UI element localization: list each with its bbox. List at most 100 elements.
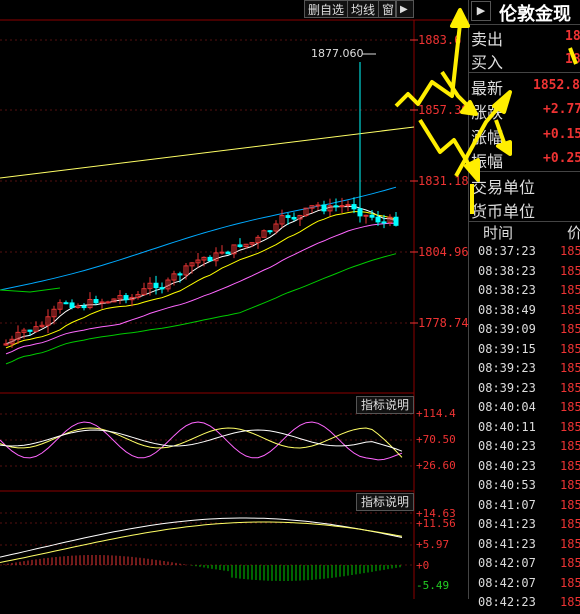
currency-label: 货币单位 <box>471 202 536 221</box>
candle-body <box>93 299 99 304</box>
kdj-j-line <box>0 421 403 461</box>
tick-time: 08:40:11 <box>478 419 536 434</box>
tick-price: 185 <box>560 341 580 356</box>
price-label-1: 1883.6 <box>418 33 462 47</box>
tick-row: 08:41:23 185 <box>469 537 580 556</box>
kdj-k-line <box>0 429 403 452</box>
tick-row: 08:38:23 185 <box>469 283 580 302</box>
candle-body <box>267 230 273 233</box>
pct-label: 涨幅 <box>471 128 504 147</box>
candle-body <box>123 295 129 301</box>
tick-row: 08:38:49 185 <box>469 303 580 322</box>
kdj-axis-3: +26.60 <box>416 459 456 472</box>
indicator-button[interactable]: 均线 <box>347 0 379 18</box>
change-value: +2.77 <box>543 102 580 117</box>
tick-row: 08:37:23 185 <box>469 244 580 263</box>
kdj-explain-button[interactable]: 指标说明 <box>356 396 415 414</box>
collapse-icon[interactable]: ▶ <box>471 1 491 21</box>
ticks-time-header: 时间 <box>483 224 514 242</box>
candle-body <box>105 301 111 304</box>
tick-time: 08:38:23 <box>478 263 536 278</box>
tick-row: 08:40:53 185 <box>469 478 580 497</box>
candle-body <box>159 287 165 290</box>
candle-body <box>357 208 363 217</box>
tick-price: 185 <box>560 263 580 278</box>
candle-body <box>381 221 387 224</box>
macd-axis-3: +5.97 <box>416 538 450 551</box>
tick-price: 185 <box>560 439 580 453</box>
candle-body <box>81 305 87 309</box>
ma20-line <box>5 222 397 355</box>
tick-price: 185 <box>560 458 580 473</box>
window-button[interactable]: 窗 <box>378 0 396 18</box>
kdj-axis-2: +70.50 <box>416 433 456 446</box>
tick-row: 08:38:23 185 <box>469 264 580 283</box>
candle-body <box>339 205 345 208</box>
candle-body <box>27 329 33 332</box>
instrument-title: 伦敦金现 <box>499 4 571 25</box>
tick-time: 08:38:49 <box>478 302 536 317</box>
tick-row: 08:40:04 185 <box>469 400 580 419</box>
tick-price: 185 <box>560 283 580 297</box>
tick-price: 185 <box>560 419 580 434</box>
tick-price: 185 <box>560 244 580 258</box>
pct-value: +0.15 <box>543 127 580 142</box>
tick-row: 08:40:11 185 <box>469 420 580 439</box>
candle-body <box>207 256 213 262</box>
trend-line <box>0 126 415 179</box>
ma60-line <box>5 253 397 365</box>
tick-time: 08:38:23 <box>478 283 536 297</box>
candle-body <box>321 204 327 212</box>
tick-price: 185 <box>560 517 580 531</box>
tick-row: 08:39:09 185 <box>469 322 580 341</box>
tick-time: 08:42:07 <box>478 556 536 570</box>
macd-dea-line <box>0 521 403 563</box>
candle-body <box>99 301 105 304</box>
tick-row: 08:40:23 185 <box>469 459 580 478</box>
candle-body <box>393 216 399 226</box>
tick-price: 185 <box>560 595 580 609</box>
tick-row: 08:39:23 185 <box>469 361 580 380</box>
tick-price: 185 <box>560 556 580 570</box>
tick-time: 08:41:07 <box>478 497 536 512</box>
candle-body <box>153 282 159 289</box>
candle-body <box>351 204 357 210</box>
arrow-right-icon[interactable]: ▶ <box>396 0 414 18</box>
unit-label: 交易单位 <box>471 178 536 197</box>
macd-explain-button[interactable]: 指标说明 <box>356 493 415 511</box>
tick-time: 08:41:23 <box>478 536 536 551</box>
candle-body <box>315 204 321 207</box>
tick-time: 08:40:23 <box>478 439 536 453</box>
remove-watch-button[interactable]: 删自选 <box>304 0 348 18</box>
tick-time: 08:40:04 <box>478 400 536 414</box>
quote-panel: ▶ 伦敦金现 卖出 18 买入 18 最新 1852.80 涨跌 +2.77 涨… <box>468 0 580 609</box>
last-value: 1852.80 <box>533 78 580 93</box>
tick-time: 08:39:23 <box>478 380 536 395</box>
tick-row: 08:41:23 185 <box>469 517 580 536</box>
chart-area[interactable]: 删自选 均线 窗 ▶ 1877.060 1883.6 1857.398 1831… <box>0 0 476 599</box>
tick-price: 185 <box>560 400 580 414</box>
candle-body <box>219 251 225 254</box>
macd-axis-5: -5.49 <box>416 579 450 592</box>
candle-body <box>369 214 375 218</box>
tick-time: 08:42:07 <box>478 575 536 590</box>
ticks-price-header: 价 <box>567 224 580 242</box>
tick-time: 08:39:23 <box>478 361 536 375</box>
tick-time: 08:37:23 <box>478 244 536 258</box>
tick-row: 08:42:23 185 <box>469 595 580 614</box>
sell-value: 18 <box>565 29 580 44</box>
ma10-line <box>5 211 397 349</box>
tick-row: 08:39:15 185 <box>469 342 580 361</box>
tick-time: 08:40:23 <box>478 458 536 473</box>
tick-price: 185 <box>560 361 580 375</box>
ma120-line <box>0 186 397 291</box>
change-label: 涨跌 <box>471 103 504 122</box>
tick-time: 08:41:23 <box>478 517 536 531</box>
candle-body <box>375 216 381 223</box>
macd-axis-4: +0 <box>416 559 430 572</box>
tick-price: 185 <box>560 322 580 336</box>
tick-row: 08:40:23 185 <box>469 439 580 458</box>
tick-price: 185 <box>560 536 580 551</box>
candle-body <box>225 251 231 255</box>
tick-row: 08:41:07 185 <box>469 498 580 517</box>
